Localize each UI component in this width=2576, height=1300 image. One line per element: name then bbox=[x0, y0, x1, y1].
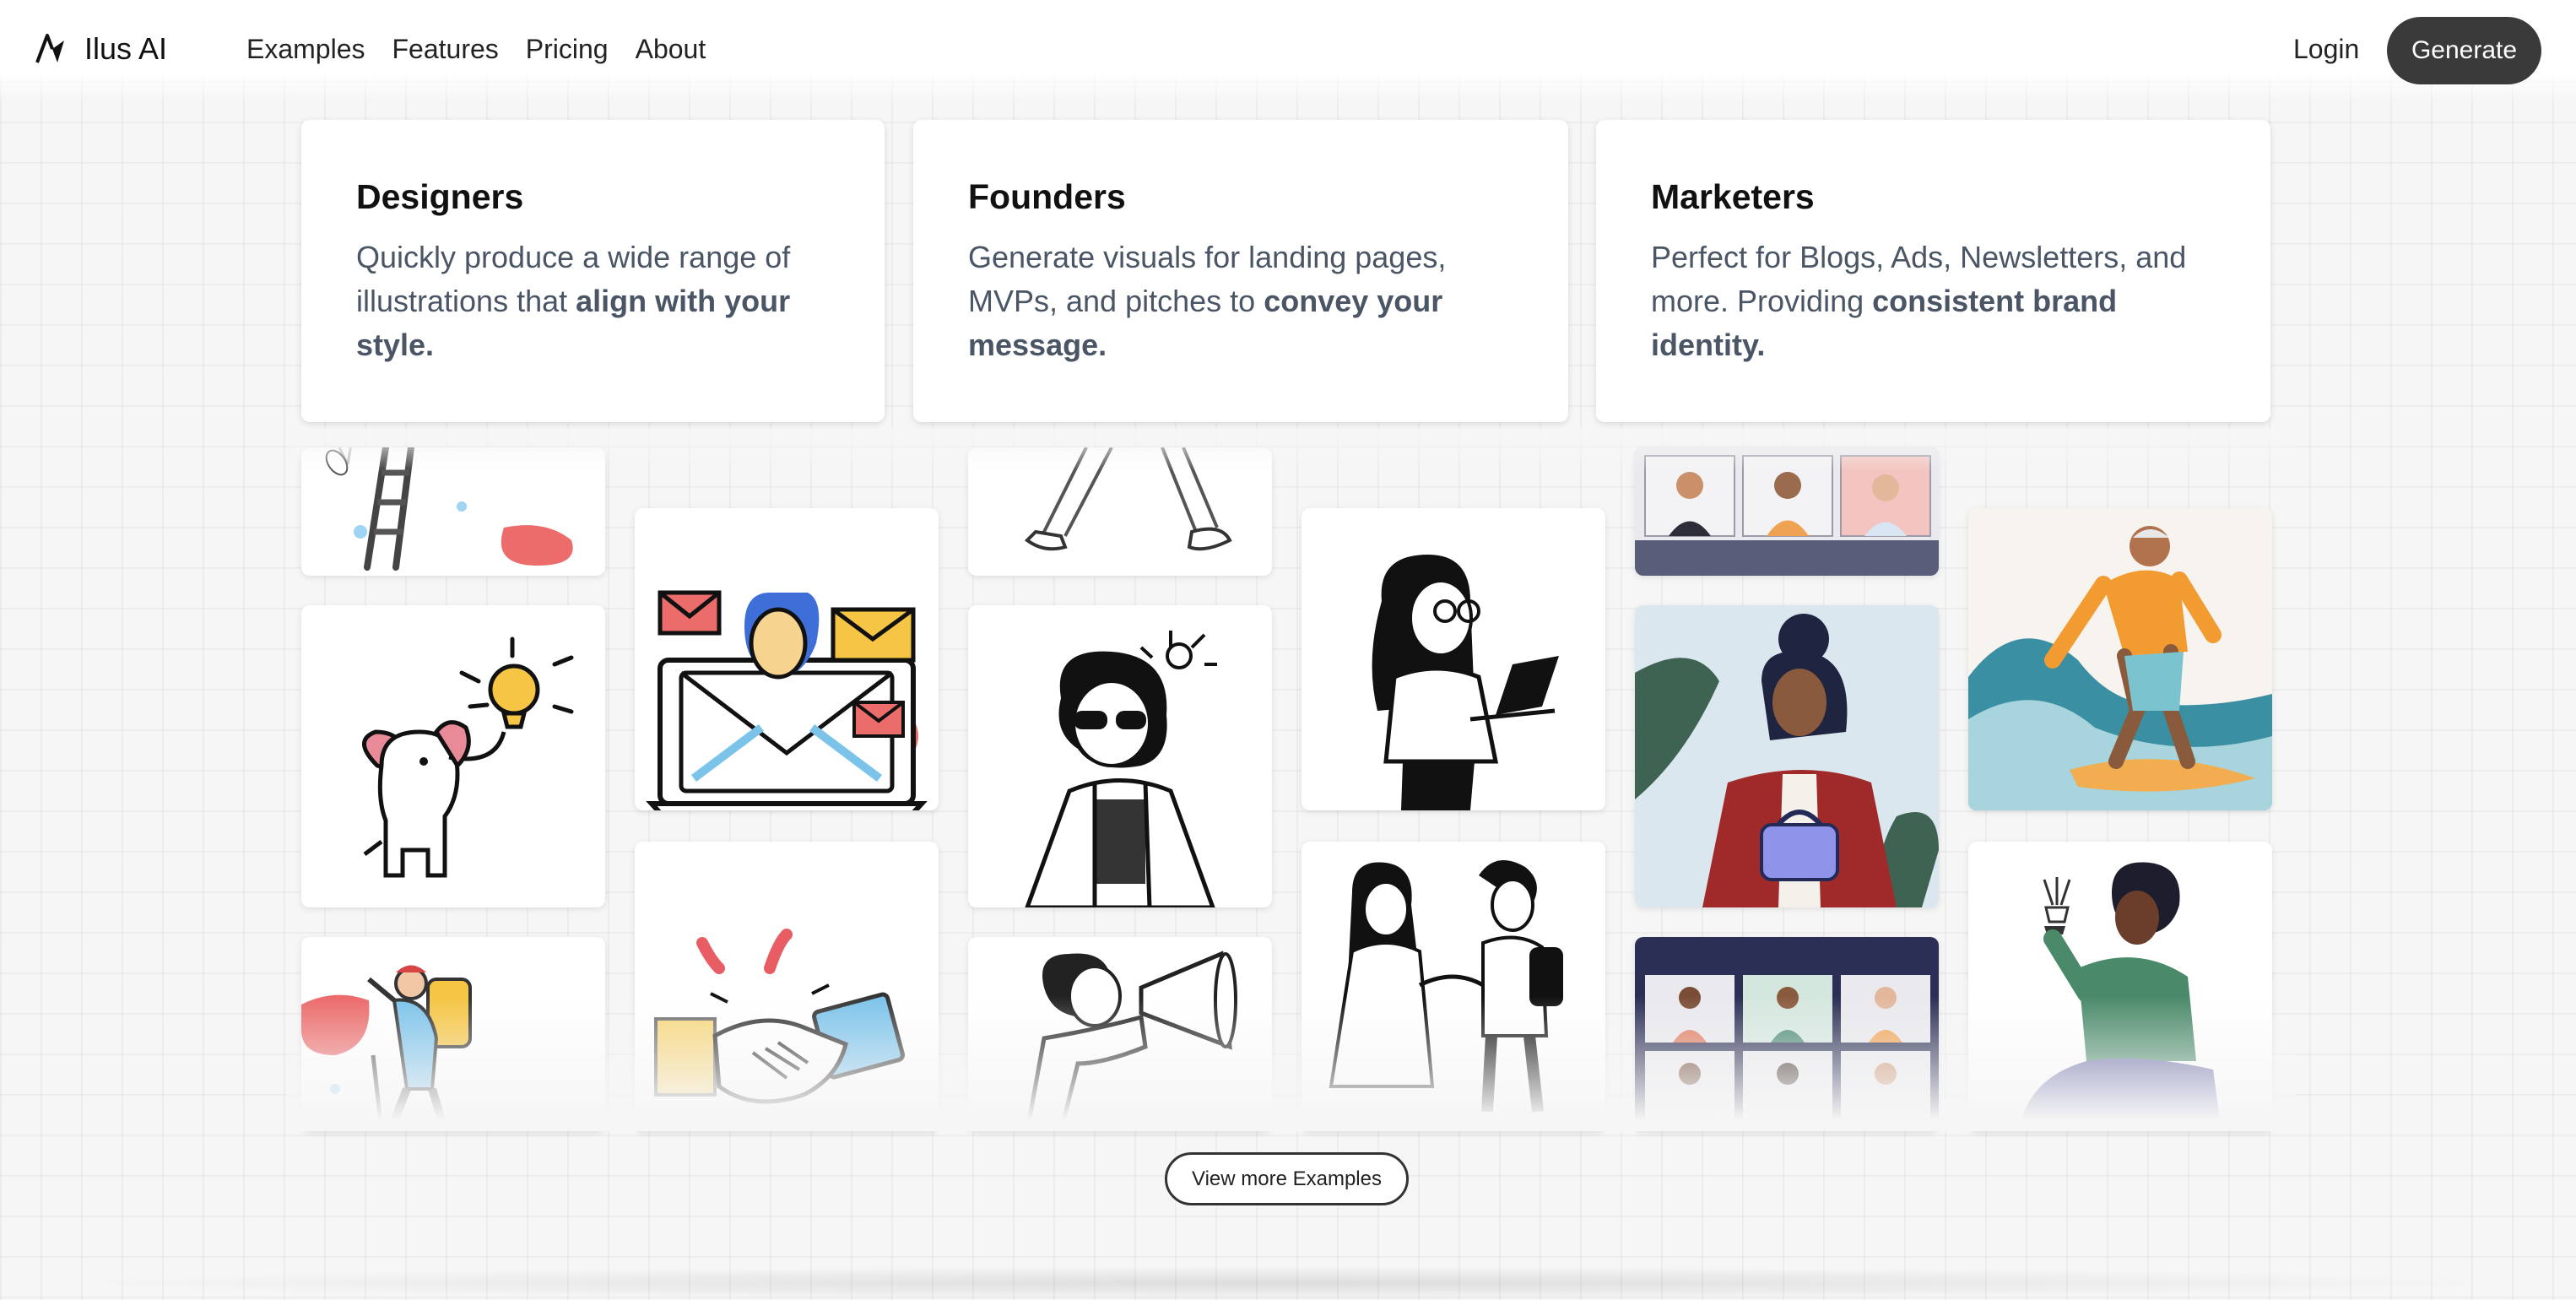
card-designers: Designers Quickly produce a wide range o… bbox=[301, 120, 885, 422]
header: Ilus AI Examples Features Pricing About … bbox=[0, 0, 2576, 103]
email-laptop-illustration[interactable] bbox=[635, 508, 939, 810]
video-call-grid-illustration[interactable] bbox=[1635, 937, 1939, 1131]
card-text: Generate visuals for landing pages, MVPs… bbox=[968, 240, 1447, 362]
card-title: Marketers bbox=[1651, 177, 1815, 216]
sunglasses-person-sketch[interactable] bbox=[968, 605, 1272, 907]
nav-examples[interactable]: Examples bbox=[246, 34, 365, 65]
handshake-people-sketch[interactable] bbox=[1302, 842, 1605, 1131]
card-text: Quickly produce a wide range of illustra… bbox=[356, 240, 791, 362]
section-divider bbox=[51, 1266, 2524, 1300]
lightbulb-person-illustration[interactable] bbox=[1968, 842, 2272, 1131]
card-text: Perfect for Blogs, Ads, Newsletters, and… bbox=[1651, 240, 2187, 362]
generate-button[interactable]: Generate bbox=[2387, 17, 2541, 84]
ladder-illustration[interactable] bbox=[301, 447, 605, 576]
woman-laptop-sketch[interactable] bbox=[1302, 508, 1605, 810]
card-founders: Founders Generate visuals for landing pa… bbox=[913, 120, 1568, 422]
card-title: Designers bbox=[356, 177, 524, 216]
login-link[interactable]: Login bbox=[2293, 34, 2359, 65]
card-marketers: Marketers Perfect for Blogs, Ads, Newsle… bbox=[1596, 120, 2270, 422]
video-call-illustration[interactable] bbox=[1635, 447, 1939, 576]
climber-illustration[interactable] bbox=[301, 937, 605, 1131]
brand-name: Ilus AI bbox=[84, 31, 168, 66]
walking-legs-sketch[interactable] bbox=[968, 447, 1272, 576]
main-nav: Examples Features Pricing About bbox=[246, 34, 706, 65]
handshake-illustration[interactable] bbox=[635, 842, 939, 1131]
nav-pricing[interactable]: Pricing bbox=[526, 34, 609, 65]
nav-about[interactable]: About bbox=[636, 34, 706, 65]
woman-red-coat-illustration[interactable] bbox=[1635, 605, 1939, 907]
elephant-lightbulb-illustration[interactable] bbox=[301, 605, 605, 907]
nav-features[interactable]: Features bbox=[392, 34, 499, 65]
megaphone-person-sketch[interactable] bbox=[968, 937, 1272, 1131]
logo-icon bbox=[35, 34, 64, 63]
surfer-illustration[interactable] bbox=[1968, 508, 2272, 810]
logo[interactable]: Ilus AI bbox=[34, 29, 167, 69]
view-more-examples-button[interactable]: View more Examples bbox=[1165, 1152, 1409, 1205]
card-title: Founders bbox=[968, 177, 1126, 216]
